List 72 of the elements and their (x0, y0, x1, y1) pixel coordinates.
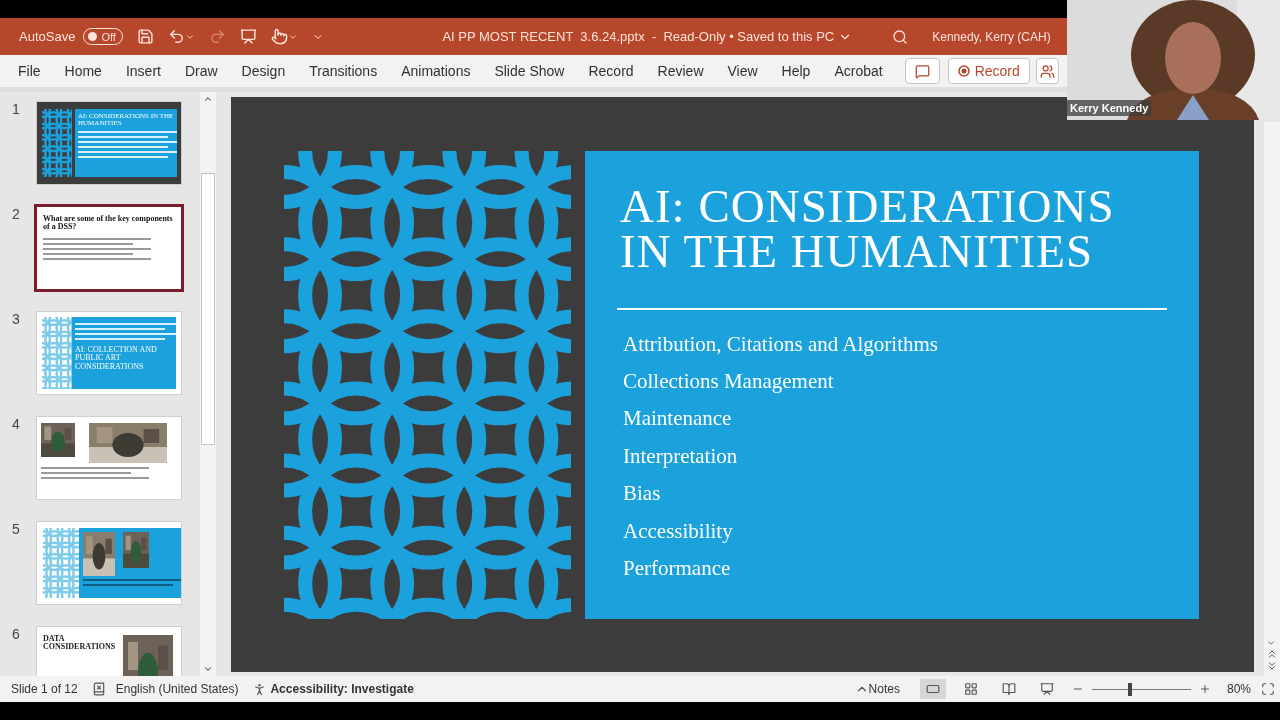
scrollbar[interactable] (1264, 122, 1280, 676)
ribbon-tab[interactable]: Acrobat (822, 63, 895, 79)
slide-thumbnail[interactable] (36, 416, 182, 500)
scroll-up-icon[interactable] (203, 94, 213, 104)
ribbon-tab[interactable]: Transitions (297, 63, 390, 79)
slideshow-icon[interactable] (1039, 682, 1054, 696)
ribbon-tab[interactable]: Insert (113, 63, 173, 79)
ribbon-tab[interactable]: Review (645, 63, 716, 79)
slide-title: AI: CONSIDERATIONS IN THE HUMANITIES (619, 183, 1116, 274)
undo-icon[interactable] (168, 28, 196, 45)
next-slide-icon[interactable] (1266, 660, 1278, 672)
slide-number: 2 (12, 206, 21, 224)
fit-slide-icon[interactable] (1261, 682, 1275, 696)
circle-pattern-drawing (43, 528, 79, 598)
circle-pattern-drawing (42, 317, 72, 389)
ribbon-tab[interactable]: File (6, 63, 53, 79)
pointer-icon[interactable] (271, 28, 299, 45)
reading-view-icon[interactable] (1001, 682, 1016, 696)
language-label[interactable]: English (United States) (115, 682, 239, 696)
zoom-in-icon[interactable] (1198, 683, 1211, 695)
ribbon-tab[interactable]: Slide Show (482, 63, 577, 79)
accessibility-status[interactable]: Accessibility: Investigate (270, 682, 414, 696)
slide-bullet: Interpretation (622, 442, 739, 470)
comments-button[interactable] (904, 58, 940, 84)
slide-number: 3 (12, 311, 21, 329)
slide-bullet: Performance (622, 554, 732, 582)
thumbnail-title: AI: COLLECTION AND PUBLIC ART CONSIDERATIONS (75, 346, 158, 372)
previous-slide-icon[interactable] (1266, 648, 1278, 660)
autosave-label: AutoSave (19, 29, 76, 44)
slide-thumbnail[interactable]: What are some of the key components of a DSS? (34, 204, 184, 292)
slide-number: 6 (12, 626, 21, 644)
notes-button[interactable]: Notes (868, 682, 900, 696)
zoom-slider-thumb[interactable] (1127, 682, 1132, 696)
ribbon-tab[interactable]: Help (769, 63, 823, 79)
thumbnail-title: What are some of the key components of a DSS? (43, 215, 174, 232)
thumbnail-title: DATA CONSIDERATIONS (43, 635, 117, 652)
ribbon-tab[interactable]: View (715, 63, 770, 79)
slide-bullet: Bias (622, 480, 662, 508)
slide-number: 4 (12, 416, 21, 434)
slide-number: 5 (12, 521, 21, 539)
slide-bullet: Attribution, Citations and Algorithms (622, 330, 939, 358)
save-icon[interactable] (137, 28, 155, 45)
scroll-down-icon[interactable] (203, 664, 213, 674)
circle-pattern-drawing (42, 109, 72, 177)
slide-bullet: Collections Management (622, 367, 835, 395)
slide-thumbnail[interactable] (36, 521, 182, 605)
people-icon (1039, 63, 1055, 79)
ribbon-tab[interactable]: Record (576, 63, 646, 79)
ribbon-tab[interactable]: Animations (389, 63, 483, 79)
zoom-level[interactable]: 80% (1226, 682, 1251, 696)
record-button[interactable]: Record (947, 58, 1030, 84)
scrollbar[interactable] (200, 92, 216, 676)
slide-bullet: Maintenance (622, 405, 733, 433)
ribbon-tab[interactable]: Design (229, 63, 298, 79)
user-name[interactable]: Kennedy, Kerry (CAH) (932, 29, 1051, 44)
slide-bullet: Accessibility (622, 517, 734, 545)
spelling-icon[interactable] (91, 682, 106, 696)
record-icon (957, 65, 970, 77)
participant-name: Kerry Kennedy (1067, 100, 1152, 116)
teams-button[interactable] (1035, 58, 1059, 84)
ribbon-tab[interactable]: Draw (172, 63, 230, 79)
ribbon-tab[interactable]: Home (52, 63, 114, 79)
comment-icon (914, 63, 930, 79)
scroll-down-icon[interactable] (1266, 638, 1276, 648)
search-icon[interactable] (892, 28, 909, 45)
presentation-icon[interactable] (240, 28, 258, 45)
slide-number: 1 (12, 101, 21, 119)
grid-view-icon[interactable] (963, 682, 978, 696)
window-title: AI PP MOST RECENT 3.6.24.pptx - Read-Only • Saved to this PC (442, 29, 835, 44)
normal-view-icon[interactable] (919, 679, 946, 699)
slide-counter[interactable]: Slide 1 of 12 (11, 682, 78, 696)
slide-thumbnail[interactable]: DATA CONSIDERATIONS (36, 626, 182, 676)
